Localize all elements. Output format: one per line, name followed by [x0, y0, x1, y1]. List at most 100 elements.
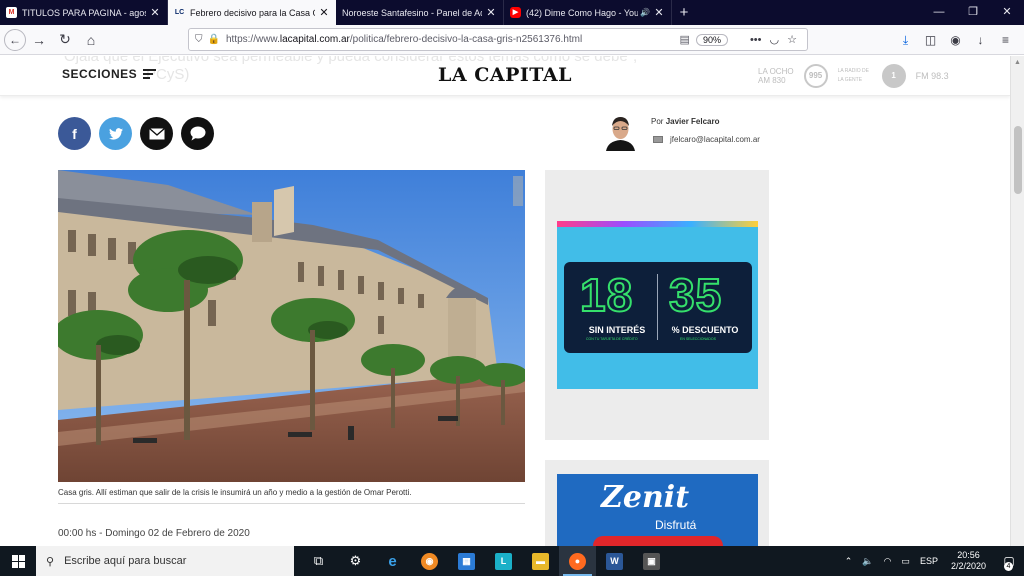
radio-links: LA OCHO AM 830 995 LA RADIO DE LA GENTE 1… — [758, 64, 949, 88]
close-tab-icon[interactable]: ✕ — [149, 6, 161, 19]
secciones-label: SECCIONES — [62, 67, 138, 81]
app-l-icon[interactable]: L — [485, 546, 522, 576]
tab-gmail[interactable]: M TITULOS PARA PAGINA - agosto ✕ — [0, 0, 168, 25]
tab-youtube[interactable]: ▶ (42) Dime Como Hago - YouTube 🔊 ✕ — [504, 0, 672, 25]
facebook-share-button[interactable]: f — [58, 117, 91, 150]
close-tab-icon[interactable]: ✕ — [653, 6, 665, 19]
back-button[interactable]: ← — [4, 28, 26, 51]
ad-banner-discount[interactable]: 18 35 SIN INTERÉS % DESCUENTO CON TU TAR… — [557, 221, 758, 389]
minimize-icon[interactable]: — — [922, 0, 956, 25]
language-indicator[interactable]: ESP — [920, 556, 938, 566]
restore-icon[interactable]: ❐ — [956, 0, 990, 25]
address-bar[interactable]: ⛉ 🔒 https://www.lacapital.com.ar/politic… — [188, 28, 808, 51]
forward-button[interactable]: → — [26, 27, 52, 53]
taskbar-search[interactable]: ⚲ Escribe aquí para buscar — [36, 546, 294, 576]
start-button[interactable] — [0, 546, 36, 576]
ad-panel: 18 35 SIN INTERÉS % DESCUENTO CON TU TAR… — [564, 262, 752, 353]
ad-zenit-red-shape — [593, 536, 723, 546]
windows-logo-icon — [11, 554, 25, 568]
file-explorer-icon[interactable]: ▬ — [522, 546, 559, 576]
page-scrollbar[interactable]: ▲ — [1010, 56, 1024, 546]
firefox-icon[interactable]: ● — [559, 546, 596, 576]
download-icon[interactable]: ⤓ — [893, 33, 918, 48]
radio-995-logo[interactable]: 995 — [803, 64, 828, 88]
settings-gear-icon[interactable]: ⚙ — [337, 546, 374, 576]
speaker-icon[interactable]: 🔊 — [640, 8, 650, 17]
app-orange-icon[interactable]: ◉ — [411, 546, 448, 576]
url-text[interactable]: https://www.lacapital.com.ar/politica/fe… — [226, 34, 674, 45]
ad-zenit-tagline: Disfrutá — [655, 518, 697, 532]
taskbar-apps: ⧉ ⚙ e ◉ ▦ L ▬ ● W ▣ — [300, 546, 670, 576]
edge-icon[interactable]: e — [374, 546, 411, 576]
battery-icon[interactable]: ▭ — [901, 556, 910, 567]
bookmark-star-icon[interactable]: ☆ — [787, 33, 797, 46]
radio-fm-logo[interactable]: 1 — [881, 64, 906, 88]
author-avatar[interactable] — [604, 113, 637, 151]
account-icon[interactable]: ◉ — [943, 33, 968, 47]
radio-995-label: LA RADIO DE LA GENTE — [837, 68, 869, 83]
close-window-icon[interactable]: ✕ — [990, 0, 1024, 25]
lock-icon[interactable]: 🔒 — [208, 34, 220, 45]
author-email-row: jfelcaro@lacapital.com.ar — [653, 135, 760, 144]
zoom-level[interactable]: 90% — [695, 33, 728, 46]
ad-label-sin-interes: SIN INTERÉS — [588, 325, 646, 335]
comments-button[interactable] — [181, 117, 214, 150]
site-logo[interactable]: LA CAPITAL — [438, 64, 572, 86]
ad-number-18: 18 — [579, 269, 634, 321]
tab-title: Noroeste Santafesino - Panel de Ad — [342, 7, 482, 18]
system-tray: ⌃ 🔈 ◠ ▭ ESP 20:56 2/2/2020 ▢ 4 — [840, 546, 1024, 576]
youtube-icon: ▶ — [510, 7, 521, 18]
network-icon[interactable]: ◠ — [884, 556, 892, 567]
notification-center-icon[interactable]: ▢ 4 — [994, 554, 1024, 571]
tab-noroeste[interactable]: Noroeste Santafesino - Panel de Ad ✕ — [336, 0, 504, 25]
lacapital-icon: LC — [174, 9, 185, 16]
pocket-icon[interactable]: ◡ — [770, 33, 780, 46]
radio-laocho[interactable]: LA OCHO AM 830 — [758, 67, 794, 85]
window-controls: — ❐ ✕ — [922, 0, 1024, 25]
navigation-bar: ← → ↻ ⌂ ⛉ 🔒 https://www.lacapital.com.ar… — [0, 25, 1024, 55]
secciones-menu[interactable]: SECCIONES — [62, 67, 157, 81]
tab-title: (42) Dime Como Hago - YouTube — [526, 7, 639, 18]
reload-button[interactable]: ↻ — [52, 27, 78, 53]
article-photo — [58, 170, 525, 482]
close-tab-icon[interactable]: ✕ — [318, 6, 330, 19]
author-email[interactable]: jfelcaro@lacapital.com.ar — [670, 135, 760, 144]
search-icon: ⚲ — [46, 555, 55, 568]
app-window-icon[interactable]: ▣ — [633, 546, 670, 576]
new-tab-button[interactable]: + — [672, 0, 696, 25]
reader-view-icon[interactable]: ▤ — [680, 33, 690, 46]
twitter-share-button[interactable] — [99, 117, 132, 150]
scroll-up-icon[interactable]: ▲ — [1011, 56, 1024, 70]
home-button[interactable]: ⌂ — [78, 27, 104, 53]
hamburger-icon — [143, 67, 157, 81]
task-view-icon[interactable]: ⧉ — [300, 546, 337, 576]
tab-title: TITULOS PARA PAGINA - agosto — [22, 7, 146, 18]
close-tab-icon[interactable]: ✕ — [485, 6, 497, 19]
ad-separator — [657, 274, 658, 340]
tab-lacapital[interactable]: LC Febrero decisivo para la Casa Gris ✕ — [168, 0, 336, 25]
windows-taskbar: ⚲ Escribe aquí para buscar ⧉ ⚙ e ◉ ▦ L ▬… — [0, 546, 1024, 576]
store-icon[interactable]: ▦ — [448, 546, 485, 576]
shield-icon[interactable]: ⛉ — [195, 34, 203, 45]
tab-title: Febrero decisivo para la Casa Gris — [190, 7, 315, 18]
menu-icon[interactable]: ≡ — [993, 33, 1018, 47]
volume-icon[interactable]: 🔈 — [862, 556, 873, 567]
ad-slot-2: Zenit Disfrutá — [545, 460, 769, 546]
taskbar-clock[interactable]: 20:56 2/2/2020 — [951, 550, 986, 572]
word-icon[interactable]: W — [596, 546, 633, 576]
scrollbar-thumb[interactable] — [1014, 126, 1022, 194]
browser-tab-strip: M TITULOS PARA PAGINA - agosto ✕ LC Febr… — [0, 0, 1024, 25]
ad-banner-zenit[interactable]: Zenit Disfrutá — [557, 474, 758, 546]
share-buttons: f — [58, 117, 214, 150]
author-name[interactable]: Javier Felcaro — [666, 117, 720, 126]
more-actions-icon[interactable]: ••• — [750, 34, 762, 46]
gmail-icon: M — [6, 7, 17, 18]
toolbar-right: ⤓ ◫ ◉ ↓ ≡ — [893, 25, 1018, 55]
email-share-button[interactable] — [140, 117, 173, 150]
extension-download-icon[interactable]: ↓ — [968, 33, 993, 47]
ad-color-stripe — [557, 221, 758, 227]
ad-fine-print-1: CON TU TARJETA DE CRÉDITO — [586, 337, 638, 341]
tray-chevron-icon[interactable]: ⌃ — [845, 556, 853, 567]
clock-time: 20:56 — [957, 550, 980, 560]
sidebar-icon[interactable]: ◫ — [918, 33, 943, 47]
